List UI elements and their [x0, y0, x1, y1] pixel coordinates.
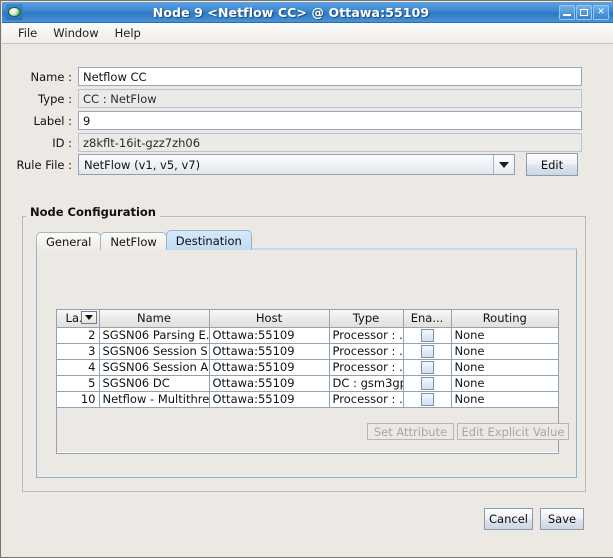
tab-destination[interactable]: Destination [165, 230, 252, 250]
cell-enabled[interactable] [403, 343, 452, 360]
menu-item-help[interactable]: Help [107, 24, 149, 42]
menu-bar: File Window Help [2, 23, 613, 44]
cell-name: SGSN06 Session A... [99, 359, 210, 376]
cell-host: Ottawa:55109 [209, 327, 330, 344]
table-row[interactable]: 4 SGSN06 Session A... Ottawa:55109 Proce… [57, 359, 558, 376]
edit-rule-file-button[interactable]: Edit [526, 153, 578, 176]
column-header-routing[interactable]: Routing [451, 310, 558, 328]
cell-type: Processor : ... [329, 327, 404, 344]
application-window: Node 9 <Netflow CC> @ Ottawa:55109 ✕ Fil… [0, 0, 613, 558]
enabled-checkbox[interactable] [420, 361, 434, 374]
id-value: z8kflt-16it-gzz7zh06 [78, 133, 582, 152]
sort-dropdown-icon[interactable] [80, 311, 97, 324]
tab-general[interactable]: General [36, 232, 102, 250]
cell-host: Ottawa:55109 [209, 375, 330, 392]
edit-explicit-value-button[interactable]: Edit Explicit Value [457, 423, 569, 440]
cell-host: Ottawa:55109 [209, 391, 330, 408]
rule-file-select[interactable]: NetFlow (v1, v5, v7) [78, 154, 515, 175]
cell-enabled[interactable] [403, 327, 452, 344]
node-configuration-title: Node Configuration [26, 205, 160, 219]
cell-routing: None [451, 391, 558, 408]
tab-strip: General NetFlow Destination [36, 230, 252, 250]
chevron-down-icon[interactable] [493, 155, 514, 174]
cell-enabled[interactable] [403, 375, 452, 392]
type-row: Type : CC : NetFlow [2, 89, 582, 108]
cell-routing: None [451, 327, 558, 344]
enabled-checkbox[interactable] [420, 345, 434, 358]
cell-enabled[interactable] [403, 391, 452, 408]
column-header-type[interactable]: Type [329, 310, 404, 328]
enabled-checkbox[interactable] [420, 393, 434, 406]
name-row: Name : Netflow CC [2, 67, 582, 86]
table-row[interactable]: 5 SGSN06 DC Ottawa:55109 DC : gsm3gpp No… [57, 375, 558, 392]
cancel-button[interactable]: Cancel [484, 508, 533, 530]
rule-file-row: Rule File : NetFlow (v1, v5, v7) Edit [2, 153, 602, 176]
cell-label: 2 [57, 327, 100, 344]
id-label: ID : [52, 135, 72, 150]
rule-file-value: NetFlow (v1, v5, v7) [84, 157, 201, 172]
cell-routing: None [451, 375, 558, 392]
cell-name: SGSN06 Parsing E... [99, 327, 210, 344]
cell-host: Ottawa:55109 [209, 359, 330, 376]
label-input[interactable]: 9 [78, 111, 582, 130]
column-header-label[interactable]: La... [57, 310, 100, 328]
type-label: Type : [38, 91, 72, 106]
label-row: Label : 9 [2, 111, 582, 130]
cell-type: DC : gsm3gpp [329, 375, 404, 392]
app-leaf-icon [6, 4, 23, 20]
table-body: 2 SGSN06 Parsing E... Ottawa:55109 Proce… [57, 327, 558, 408]
menu-item-file[interactable]: File [10, 24, 45, 42]
rule-file-label: Rule File : [16, 157, 72, 172]
column-header-name[interactable]: Name [99, 310, 210, 328]
cell-host: Ottawa:55109 [209, 343, 330, 360]
cell-label: 5 [57, 375, 100, 392]
table-row[interactable]: 3 SGSN06 Session S... Ottawa:55109 Proce… [57, 343, 558, 360]
cell-routing: None [451, 343, 558, 360]
cell-type: Processor : ... [329, 343, 404, 360]
name-label: Name : [30, 69, 72, 84]
cell-routing: None [451, 359, 558, 376]
enabled-checkbox[interactable] [420, 329, 434, 342]
close-button[interactable]: ✕ [593, 4, 609, 20]
tab-netflow[interactable]: NetFlow [100, 232, 167, 250]
minimize-button[interactable] [559, 4, 575, 20]
maximize-button[interactable] [576, 4, 592, 20]
id-row: ID : z8kflt-16it-gzz7zh06 [2, 133, 582, 152]
title-bar: Node 9 <Netflow CC> @ Ottawa:55109 ✕ [2, 2, 613, 23]
enabled-checkbox[interactable] [420, 377, 434, 390]
save-button[interactable]: Save [540, 508, 584, 530]
column-header-enabled[interactable]: Ena... [403, 310, 452, 328]
cell-name: SGSN06 DC [99, 375, 210, 392]
cell-name: SGSN06 Session S... [99, 343, 210, 360]
table-header-row: La... Name Host Type Ena... Routing [57, 310, 558, 328]
content-area: Name : Netflow CC Type : CC : NetFlow La… [2, 44, 613, 557]
column-header-host[interactable]: Host [209, 310, 330, 328]
cell-type: Processor : ... [329, 359, 404, 376]
label-label: Label : [33, 113, 72, 128]
table-row[interactable]: 10 Netflow - Multithre... Ottawa:55109 P… [57, 391, 558, 408]
window-controls: ✕ [559, 4, 609, 20]
window-title: Node 9 <Netflow CC> @ Ottawa:55109 [152, 4, 430, 20]
cell-label: 3 [57, 343, 100, 360]
name-input[interactable]: Netflow CC [78, 67, 582, 86]
cell-type: Processor : ... [329, 391, 404, 408]
set-attribute-button[interactable]: Set Attribute [367, 423, 454, 440]
cell-enabled[interactable] [403, 359, 452, 376]
cell-name: Netflow - Multithre... [99, 391, 210, 408]
menu-item-window[interactable]: Window [45, 24, 106, 42]
cell-label: 10 [57, 391, 100, 408]
table-row[interactable]: 2 SGSN06 Parsing E... Ottawa:55109 Proce… [57, 327, 558, 344]
cell-label: 4 [57, 359, 100, 376]
type-value: CC : NetFlow [78, 89, 582, 108]
